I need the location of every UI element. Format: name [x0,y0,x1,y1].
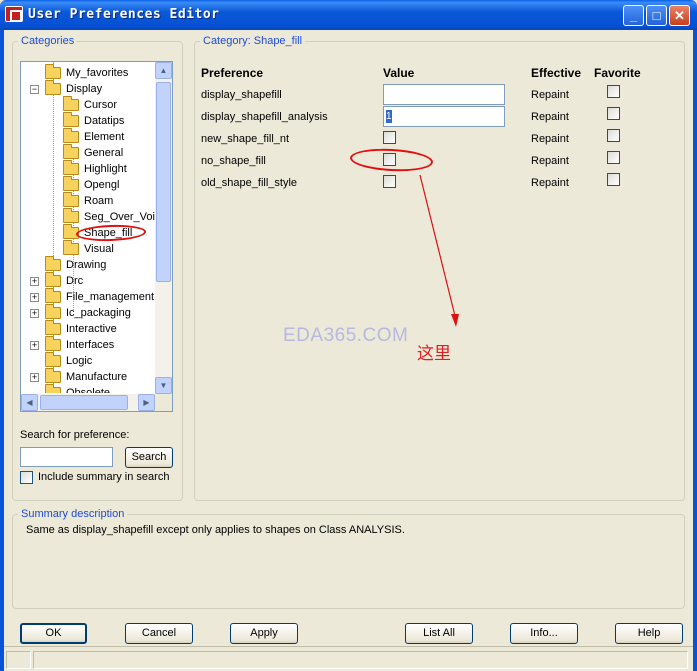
summary-text: Same as display_shapefill except only ap… [26,524,405,536]
annotation-arrow-line [419,174,457,321]
status-separator [4,646,693,647]
info-button[interactable]: Info... [510,623,578,644]
cancel-button[interactable]: Cancel [125,623,193,644]
status-bar-segment [6,651,31,669]
apply-button[interactable]: Apply [230,623,298,644]
help-button[interactable]: Help [615,623,683,644]
annotation-note: 这里 [417,344,451,363]
watermark-text: EDA365.COM [283,325,409,346]
status-bar-segment [33,651,688,669]
annotation-arrow-head [451,314,459,327]
list-all-button[interactable]: List All [405,623,473,644]
ok-button[interactable]: OK [20,623,87,644]
summary-legend: Summary description [18,508,128,520]
